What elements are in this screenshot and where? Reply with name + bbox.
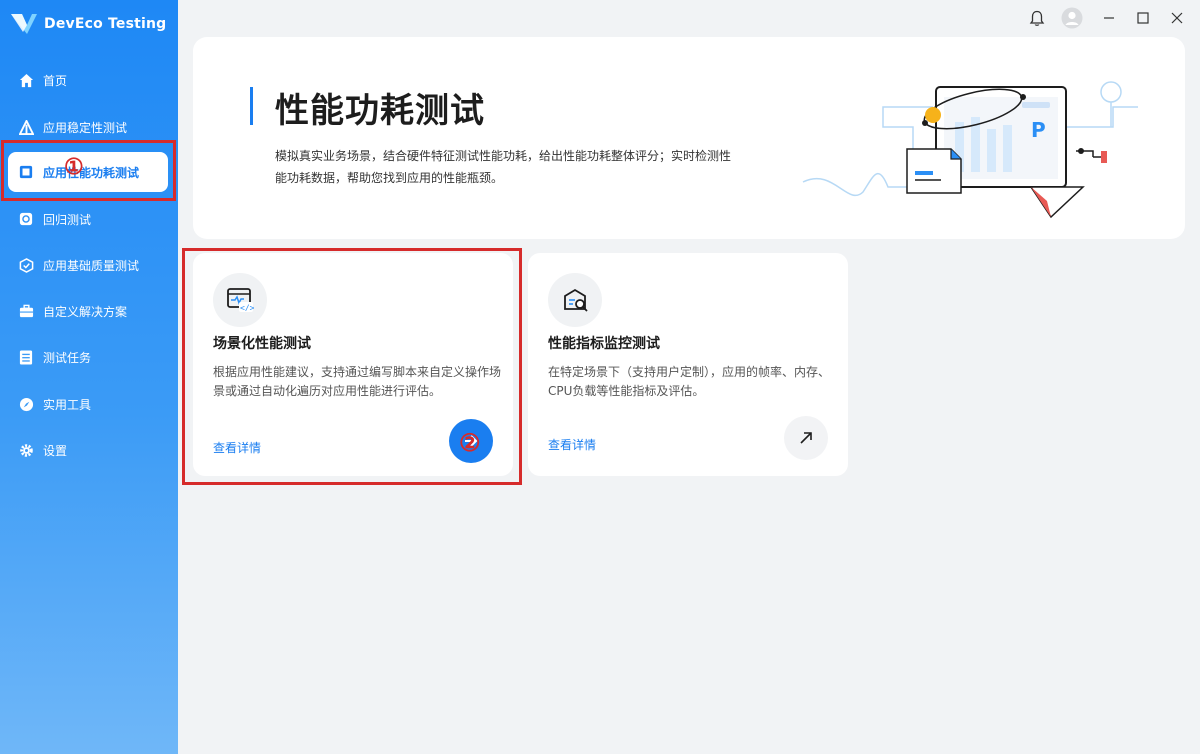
- deveco-logo-icon: [11, 14, 37, 34]
- home-icon: [18, 72, 34, 88]
- performance-illustration: P: [802, 81, 1138, 219]
- task-list-icon: [18, 349, 34, 365]
- banner: 性能功耗测试 模拟真实业务场景，结合硬件特征测试性能功耗，给出性能功耗整体评分；…: [193, 37, 1185, 239]
- brand: DevEco Testing: [10, 12, 166, 36]
- regression-icon: [18, 211, 34, 227]
- svg-text:P: P: [1031, 118, 1046, 142]
- step-1-marker: ①: [64, 154, 84, 180]
- arrow-up-right-icon: [800, 432, 812, 444]
- sidebar-item-label: 应用稳定性测试: [43, 120, 128, 135]
- sidebar-item-label: 设置: [43, 443, 68, 458]
- sidebar-item-label: 测试任务: [43, 350, 92, 365]
- sidebar-item-tools[interactable]: 实用工具: [0, 384, 178, 424]
- highlight-box-nav: [1, 140, 176, 201]
- card-metrics-monitoring[interactable]: 性能指标监控测试 在特定场景下（支持用户定制），应用的帧率、内存、CPU负载等性…: [528, 253, 848, 476]
- quality-icon: [18, 257, 34, 273]
- gear-icon: [18, 442, 34, 458]
- card-description: 在特定场景下（支持用户定制），应用的帧率、内存、CPU负载等性能指标及评估。: [548, 365, 831, 398]
- sidebar-item-custom-solution[interactable]: 自定义解决方案: [0, 291, 178, 331]
- page-description: 模拟真实业务场景，结合硬件特征测试性能功耗，给出性能功耗整体评分；实时检测性能功…: [275, 149, 732, 185]
- sidebar-item-label: 回归测试: [43, 212, 92, 227]
- sidebar-item-label: 实用工具: [43, 397, 92, 412]
- bell-icon[interactable]: [1027, 8, 1047, 28]
- title-accent-bar: [250, 87, 253, 125]
- sidebar-item-settings[interactable]: 设置: [0, 430, 178, 470]
- go-button[interactable]: [784, 416, 828, 460]
- minimize-icon[interactable]: [1099, 8, 1119, 28]
- close-icon[interactable]: [1167, 8, 1187, 28]
- sidebar-item-label: 自定义解决方案: [43, 304, 128, 319]
- avatar[interactable]: [1061, 7, 1083, 29]
- monitor-search-icon: [548, 273, 602, 327]
- page-title: 性能功耗测试: [275, 91, 485, 131]
- maximize-icon[interactable]: [1133, 8, 1153, 28]
- sidebar-item-quality[interactable]: 应用基础质量测试: [0, 245, 178, 285]
- card-title: 性能指标监控测试: [548, 336, 660, 352]
- briefcase-icon: [18, 303, 34, 319]
- sidebar-item-label: 应用基础质量测试: [43, 258, 140, 273]
- sidebar-item-label: 首页: [43, 73, 68, 88]
- step-2-marker: ②: [459, 428, 481, 457]
- view-details-link[interactable]: 查看详情: [548, 436, 596, 453]
- sidebar-item-test-tasks[interactable]: 测试任务: [0, 337, 178, 377]
- app-name: DevEco Testing: [44, 16, 167, 32]
- sidebar-item-home[interactable]: 首页: [0, 60, 178, 100]
- stability-icon: [18, 119, 34, 135]
- sidebar: DevEco Testing 首页 应用稳定性测试 应用性能功耗测试 回归测试 …: [0, 0, 178, 754]
- tools-icon: [18, 396, 34, 412]
- sidebar-item-regression[interactable]: 回归测试: [0, 199, 178, 239]
